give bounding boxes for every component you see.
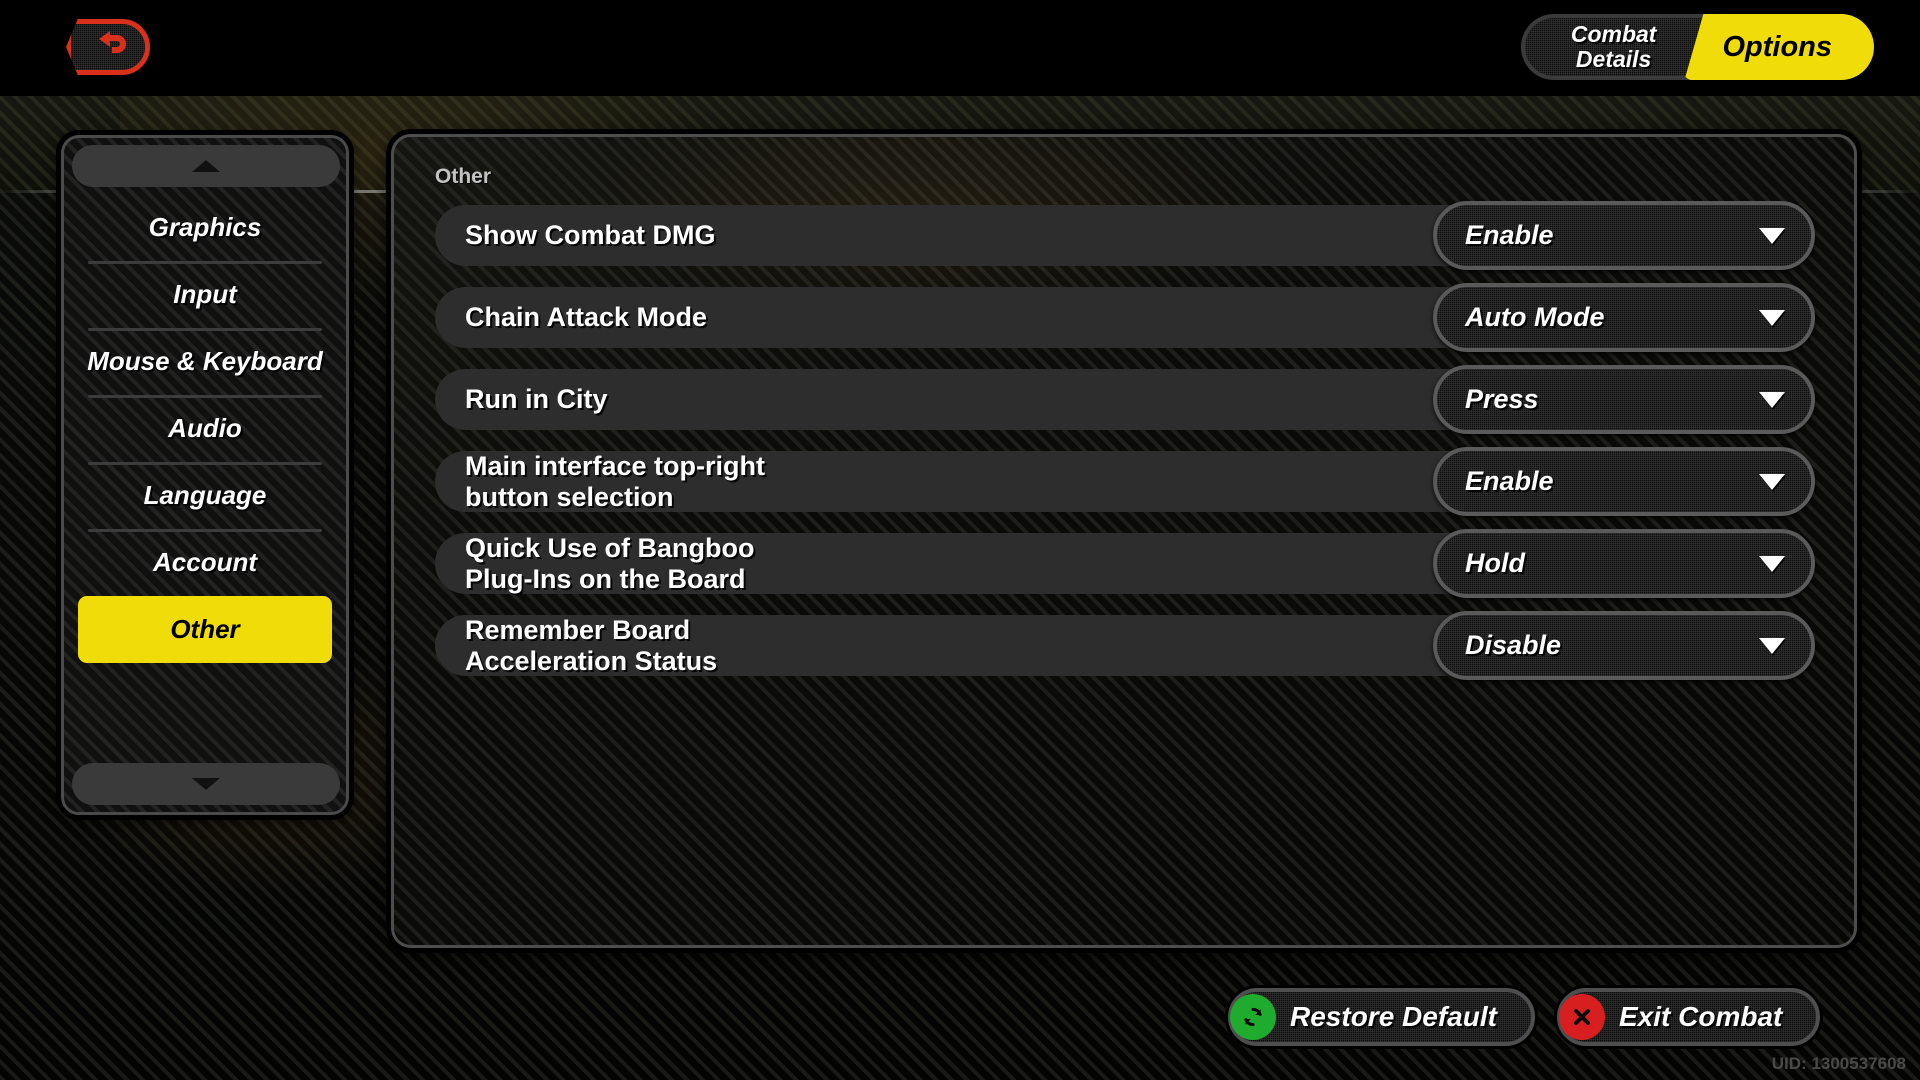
sidebar-scroll-up-button[interactable] bbox=[72, 145, 340, 187]
row-label-line1: Show Combat DMG bbox=[465, 220, 716, 250]
sidebar-item-label: Language bbox=[143, 480, 267, 510]
caret-up-icon bbox=[192, 160, 220, 172]
sidebar-item-label: Graphics bbox=[148, 212, 262, 242]
caret-down-icon bbox=[1759, 555, 1785, 572]
row-label: Run in City bbox=[465, 369, 1345, 430]
setting-row-remember-board-acceleration: Remember Board Acceleration Status Disab… bbox=[435, 611, 1815, 680]
close-x-icon bbox=[1559, 994, 1605, 1040]
dropdown-value: Enable bbox=[1465, 466, 1554, 496]
row-label: Show Combat DMG bbox=[465, 205, 1345, 266]
back-arrow-icon bbox=[85, 30, 131, 65]
dropdown-show-combat-dmg[interactable]: Enable bbox=[1433, 201, 1815, 270]
uid-text: UID: 1300537608 bbox=[1771, 1054, 1906, 1073]
sidebar-item-label: Mouse & Keyboard bbox=[87, 346, 323, 376]
dropdown-chain-attack-mode[interactable]: Auto Mode bbox=[1433, 283, 1815, 352]
dropdown-main-interface-top-right-button[interactable]: Enable bbox=[1433, 447, 1815, 516]
tab-combat-details-line2: Details bbox=[1575, 46, 1652, 72]
sidebar-item-mouse-keyboard[interactable]: Mouse & Keyboard bbox=[66, 328, 344, 395]
row-label-line2: Acceleration Status bbox=[465, 645, 718, 676]
row-label-line1: Remember Board bbox=[465, 614, 691, 645]
row-label-line1: Main interface top-right bbox=[465, 450, 766, 481]
sidebar-item-label: Other bbox=[170, 614, 240, 644]
dropdown-value: Enable bbox=[1465, 220, 1554, 250]
setting-row-chain-attack-mode: Chain Attack Mode Auto Mode bbox=[435, 283, 1815, 352]
sidebar-item-graphics[interactable]: Graphics bbox=[66, 194, 344, 261]
dropdown-quick-use-bangboo-plugins[interactable]: Hold bbox=[1433, 529, 1815, 598]
setting-row-run-in-city: Run in City Press bbox=[435, 365, 1815, 434]
tab-options-label: Options bbox=[1722, 30, 1832, 63]
dropdown-value: Hold bbox=[1465, 548, 1525, 578]
caret-down-icon bbox=[1759, 309, 1785, 326]
sidebar-item-label: Account bbox=[153, 547, 257, 577]
sidebar-item-audio[interactable]: Audio bbox=[66, 395, 344, 462]
caret-down-icon bbox=[1759, 637, 1785, 654]
sidebar-item-input[interactable]: Input bbox=[66, 261, 344, 328]
sidebar-item-language[interactable]: Language bbox=[66, 462, 344, 529]
dropdown-value: Auto Mode bbox=[1465, 302, 1605, 332]
refresh-icon bbox=[1230, 994, 1276, 1040]
tab-combat-details[interactable]: Combat Details bbox=[1520, 14, 1711, 80]
row-label: Quick Use of Bangboo Plug-Ins on the Boa… bbox=[465, 533, 1345, 594]
header-bar: Combat Details Options bbox=[0, 0, 1920, 96]
exit-combat-button[interactable]: Exit Combat bbox=[1557, 988, 1821, 1046]
sidebar-scroll-down-button[interactable] bbox=[72, 763, 340, 805]
row-label: Chain Attack Mode bbox=[465, 287, 1345, 348]
settings-row-list: Show Combat DMG Enable Chain Attack Mode… bbox=[435, 201, 1815, 697]
settings-sidebar: Graphics Input Mouse & Keyboard Audio La… bbox=[61, 135, 349, 815]
row-label-line2: Plug-Ins on the Board bbox=[465, 563, 746, 594]
restore-default-label: Restore Default bbox=[1290, 1001, 1497, 1032]
dropdown-run-in-city[interactable]: Press bbox=[1433, 365, 1815, 434]
tab-options[interactable]: Options bbox=[1684, 14, 1874, 80]
options-screen: Combat Details Options Graphics Input Mo… bbox=[0, 0, 1920, 1080]
tab-combat-details-line1: Combat bbox=[1570, 21, 1657, 47]
row-label-line1: Run in City bbox=[465, 384, 608, 414]
caret-down-icon bbox=[1759, 391, 1785, 408]
exit-combat-label: Exit Combat bbox=[1619, 1001, 1783, 1032]
row-label-line1: Quick Use of Bangboo bbox=[465, 532, 755, 563]
caret-down-icon bbox=[1759, 473, 1785, 490]
sidebar-item-label: Input bbox=[173, 279, 237, 309]
setting-row-show-combat-dmg: Show Combat DMG Enable bbox=[435, 201, 1815, 270]
sidebar-item-account[interactable]: Account bbox=[66, 529, 344, 596]
row-label-line2: button selection bbox=[465, 481, 674, 512]
sidebar-menu: Graphics Input Mouse & Keyboard Audio La… bbox=[64, 194, 346, 663]
sidebar-item-label: Audio bbox=[168, 413, 242, 443]
row-label: Main interface top-right button selectio… bbox=[465, 451, 1345, 512]
back-button[interactable] bbox=[66, 19, 150, 75]
settings-panel: Other Show Combat DMG Enable Chain Attac… bbox=[391, 134, 1857, 948]
header-tabs: Combat Details Options bbox=[1520, 14, 1874, 80]
setting-row-quick-use-bangboo-plugins: Quick Use of Bangboo Plug-Ins on the Boa… bbox=[435, 529, 1815, 598]
dropdown-remember-board-acceleration[interactable]: Disable bbox=[1433, 611, 1815, 680]
setting-row-main-interface-top-right-button: Main interface top-right button selectio… bbox=[435, 447, 1815, 516]
restore-default-button[interactable]: Restore Default bbox=[1228, 988, 1535, 1046]
row-label-line1: Chain Attack Mode bbox=[465, 302, 708, 332]
section-title: Other bbox=[435, 165, 492, 188]
row-label: Remember Board Acceleration Status bbox=[465, 615, 1345, 676]
caret-down-icon bbox=[192, 778, 220, 790]
dropdown-value: Disable bbox=[1465, 630, 1562, 660]
caret-down-icon bbox=[1759, 227, 1785, 244]
dropdown-value: Press bbox=[1465, 384, 1539, 414]
sidebar-item-other[interactable]: Other bbox=[78, 596, 332, 663]
footer-bar: Restore Default Exit Combat UID: 1300537… bbox=[0, 970, 1920, 1080]
